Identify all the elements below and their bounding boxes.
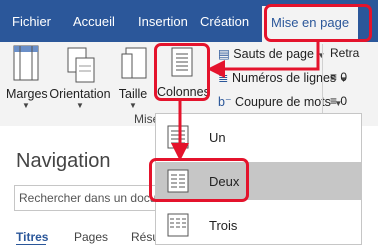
arrow-tab-to-columns <box>207 42 320 78</box>
annotation-arrows <box>171 42 320 161</box>
